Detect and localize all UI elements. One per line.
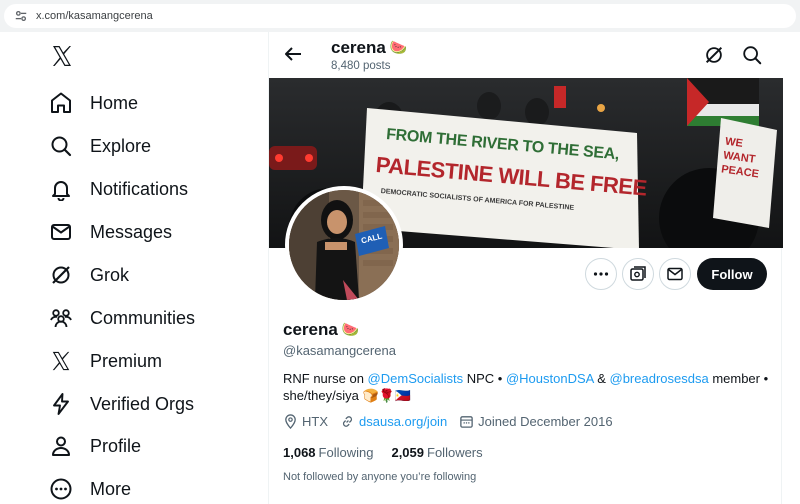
- sidebar-item-label: Grok: [90, 264, 130, 285]
- sidebar-item-verified-orgs[interactable]: Verified Orgs: [46, 384, 194, 424]
- image-analyze-icon: [630, 266, 646, 281]
- follow-counts: 1,068 Following 2,059 Followers: [283, 445, 501, 460]
- sidebar-item-label: Premium: [90, 350, 163, 371]
- grok-analyze-button[interactable]: [622, 258, 654, 290]
- x-logo-icon: [46, 346, 76, 376]
- sidebar-item-notifications[interactable]: Notifications: [46, 169, 188, 209]
- profile-name: cerena 🍉: [283, 320, 359, 340]
- header-name: cerena 🍉: [331, 38, 407, 58]
- sidebar-item-profile[interactable]: Profile: [46, 426, 141, 466]
- watermelon-emoji: 🍉: [389, 39, 408, 55]
- following-link[interactable]: 1,068 Following: [283, 445, 373, 460]
- sidebar-item-label: Notifications: [90, 178, 189, 199]
- bio-text: &: [593, 371, 610, 386]
- site-settings-icon[interactable]: [14, 9, 28, 23]
- sidebar-item-explore[interactable]: Explore: [46, 126, 151, 166]
- banner-side-sign-text: WE WANT PEACE: [720, 135, 760, 181]
- envelope-icon: [46, 217, 76, 247]
- profile-meta: HTX dsausa.org/join Joined December 2016: [283, 414, 625, 429]
- mention-link[interactable]: @HoustonDSA: [506, 371, 594, 386]
- bio-emojis: 🍞🌹🇵🇭: [362, 388, 412, 403]
- envelope-icon: [667, 267, 683, 281]
- location-text: HTX: [302, 414, 328, 429]
- sidebar-item-messages[interactable]: Messages: [46, 212, 172, 252]
- url-text: x.com/kasamangcerena: [36, 10, 153, 22]
- website: dsausa.org/join: [340, 414, 447, 429]
- grok-icon[interactable]: [703, 44, 725, 66]
- bio-text: NPC •: [463, 371, 506, 386]
- mention-link[interactable]: @breadrosesdsa: [610, 371, 709, 386]
- website-link[interactable]: dsausa.org/join: [359, 414, 447, 429]
- profile-header-bar: cerena 🍉 8,480 posts: [269, 32, 783, 78]
- location: HTX: [283, 414, 328, 429]
- grok-icon: [46, 260, 76, 290]
- sidebar-item-more[interactable]: More: [46, 469, 131, 504]
- followers-link[interactable]: 2,059 Followers: [391, 445, 482, 460]
- url-field[interactable]: x.com/kasamangcerena: [4, 4, 796, 28]
- sidebar-item-premium[interactable]: Premium: [46, 341, 162, 381]
- sidebar-item-label: Home: [90, 92, 139, 113]
- sidebar-item-label: More: [90, 478, 132, 499]
- sidebar-item-label: Explore: [90, 135, 152, 156]
- sidebar-item-label: Messages: [90, 221, 173, 242]
- sidebar-item-home[interactable]: Home: [46, 83, 138, 123]
- followers-label: Followers: [427, 445, 483, 460]
- x-logo-icon[interactable]: [50, 44, 74, 68]
- followers-count: 2,059: [391, 445, 425, 460]
- header-name-text: cerena: [331, 38, 386, 57]
- bio-text: RNF nurse on: [283, 371, 368, 386]
- profile-column: cerena 🍉 8,480 posts FROM THE RIVER TO T…: [268, 32, 783, 504]
- mention-link[interactable]: @DemSocialists: [368, 371, 464, 386]
- mutual-followers-note: Not followed by anyone you’re following: [283, 471, 477, 483]
- sidebar-item-communities[interactable]: Communities: [46, 298, 195, 338]
- sidebar-item-label: Verified Orgs: [90, 393, 195, 414]
- message-button[interactable]: [659, 258, 691, 290]
- profile-name-text: cerena: [283, 320, 338, 339]
- calendar-icon: [460, 416, 473, 428]
- more-circle-icon: [46, 474, 76, 504]
- location-pin-icon: [285, 414, 296, 429]
- sidebar-item-label: Profile: [90, 435, 142, 456]
- more-dots-icon: [593, 272, 609, 276]
- browser-address-bar: x.com/kasamangcerena: [0, 0, 800, 32]
- joined-text: Joined December 2016: [478, 414, 613, 429]
- watermelon-emoji: 🍉: [341, 321, 360, 337]
- home-icon: [46, 88, 76, 118]
- search-icon: [46, 131, 76, 161]
- following-label: Following: [318, 445, 374, 460]
- back-arrow-icon[interactable]: [281, 42, 305, 66]
- people-icon: [46, 303, 76, 333]
- search-icon[interactable]: [741, 44, 763, 66]
- sidebar-item-label: Communities: [90, 307, 196, 328]
- profile-handle: @kasamangcerena: [283, 343, 396, 358]
- post-count: 8,480 posts: [331, 60, 391, 72]
- following-count: 1,068: [283, 445, 316, 460]
- sidebar: Home Explore Notifications Messages Grok…: [0, 32, 268, 504]
- person-icon: [46, 431, 76, 461]
- avatar[interactable]: CALL: [285, 186, 403, 304]
- link-icon: [343, 416, 352, 427]
- follow-button[interactable]: Follow: [697, 258, 767, 290]
- lightning-icon: [46, 389, 76, 419]
- more-options-button[interactable]: [585, 258, 617, 290]
- joined-date: Joined December 2016: [459, 414, 613, 429]
- sidebar-item-grok[interactable]: Grok: [46, 255, 129, 295]
- bell-icon: [46, 174, 76, 204]
- profile-bio: RNF nurse on @DemSocialists NPC • @Houst…: [283, 370, 773, 404]
